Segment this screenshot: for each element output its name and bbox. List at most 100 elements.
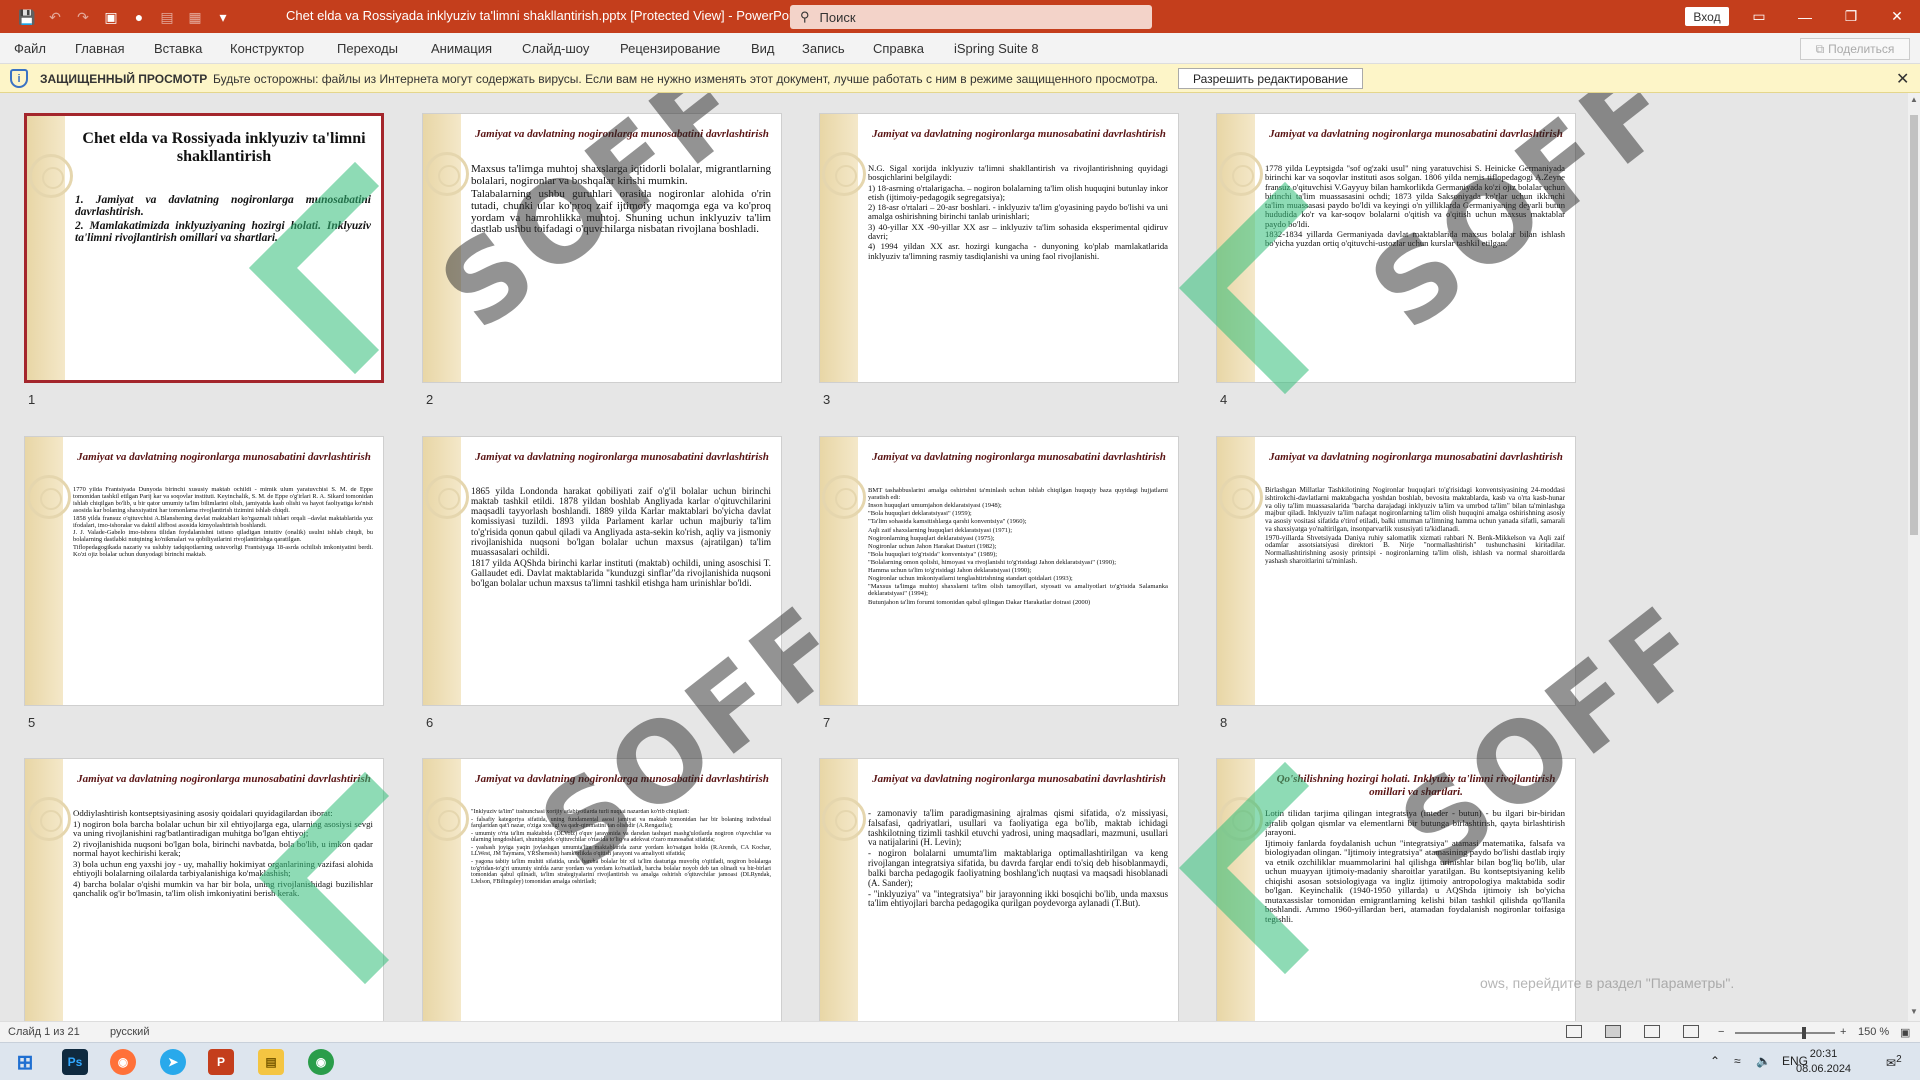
menu-view[interactable]: Вид bbox=[751, 41, 775, 56]
slide-paragraph: "Ta'lim sohasida kamsitishlarga qarshi k… bbox=[868, 518, 1027, 526]
menu-review[interactable]: Рецензирование bbox=[620, 41, 720, 56]
customize-toolbar-icon[interactable]: ▾ bbox=[210, 6, 236, 28]
slide-thumbnail[interactable]: Jamiyat va davlatning nogironlarga munos… bbox=[422, 758, 782, 1021]
telegram-icon[interactable]: ➤ bbox=[160, 1049, 186, 1075]
slide-number: 4 bbox=[1220, 392, 1228, 407]
slide-body: Oddiylashtirish kontseptsiyasining asosi… bbox=[73, 809, 373, 1021]
volume-icon[interactable]: 🔈 bbox=[1756, 1054, 1771, 1068]
menu-home[interactable]: Главная bbox=[75, 41, 124, 56]
ribbon-display-icon[interactable]: ▭ bbox=[1736, 0, 1782, 33]
enable-editing-button[interactable]: Разрешить редактирование bbox=[1178, 68, 1363, 89]
close-icon[interactable]: ✕ bbox=[1874, 0, 1920, 33]
slide-thumbnail[interactable]: Jamiyat va davlatning nogironlarga munos… bbox=[24, 436, 384, 706]
save-icon[interactable]: 💾 bbox=[14, 6, 40, 28]
slide-thumbnail[interactable]: Jamiyat va davlatning nogironlarga munos… bbox=[422, 113, 782, 383]
slide-paragraph: Nogironlar uchun imkoniyatlarni tenglash… bbox=[868, 575, 1073, 583]
reading-view-icon[interactable] bbox=[1644, 1025, 1660, 1038]
slide-paragraph: 1817 yilda AQShda birinchi karlar instit… bbox=[471, 559, 771, 590]
slide-thumbnail[interactable]: Jamiyat va davlatning nogironlarga munos… bbox=[422, 436, 782, 706]
slide-paragraph: - yagona tabiiy ta'lim muhiti sifatida, … bbox=[471, 859, 771, 885]
slide-sorter-view-icon[interactable] bbox=[1605, 1025, 1621, 1038]
wifi-icon[interactable]: ≈ bbox=[1734, 1054, 1741, 1068]
menu-help[interactable]: Справка bbox=[873, 41, 924, 56]
menu-file[interactable]: Файл bbox=[14, 41, 46, 56]
search-box[interactable]: ⚲ Поиск bbox=[790, 5, 1152, 29]
menu-design[interactable]: Конструктор bbox=[230, 41, 304, 56]
slide-decor-swirl bbox=[425, 152, 469, 196]
slide-thumbnail[interactable]: Jamiyat va davlatning nogironlarga munos… bbox=[819, 436, 1179, 706]
slide-paragraph: Ijtimoiy fanlarda foydalanish uchun "int… bbox=[1265, 837, 1565, 924]
slide-thumbnail[interactable]: Jamiyat va davlatning nogironlarga munos… bbox=[1216, 113, 1576, 383]
normal-view-icon[interactable] bbox=[1566, 1025, 1582, 1038]
table-icon[interactable]: ▦ bbox=[182, 6, 208, 28]
powerpoint-icon[interactable]: P bbox=[208, 1049, 234, 1075]
clock[interactable]: 20:31 08.06.2024 bbox=[1796, 1047, 1851, 1077]
tray-overflow-icon[interactable]: ⌃ bbox=[1710, 1054, 1720, 1068]
menu-transitions[interactable]: Переходы bbox=[337, 41, 398, 56]
notifications-icon[interactable]: ✉2 bbox=[1886, 1054, 1902, 1070]
slide-paragraph: - yashash joyiga yaqin joylashgan umumta… bbox=[471, 844, 771, 858]
slide-paragraph: 4) barcha bolalar o'qishi mumkin va har … bbox=[73, 878, 373, 898]
slideshow-view-icon[interactable] bbox=[1683, 1025, 1699, 1038]
slide-paragraph: Aqli zaif shaxslarning huquqlari deklara… bbox=[868, 526, 1013, 534]
activate-windows-watermark: ows, перейдите в раздел "Параметры". bbox=[1480, 975, 1735, 991]
slide-decor-swirl bbox=[425, 797, 469, 841]
slide-thumbnail[interactable]: Jamiyat va davlatning nogironlarga munos… bbox=[1216, 436, 1576, 706]
slide-decor-swirl bbox=[1219, 797, 1263, 841]
zoom-level[interactable]: 150 % bbox=[1858, 1026, 1889, 1038]
menu-insert[interactable]: Вставка bbox=[154, 41, 202, 56]
slide-thumbnail[interactable]: Jamiyat va davlatning nogironlarga munos… bbox=[819, 758, 1179, 1021]
slide-paragraph: "Bolalarning omon qolishi, himoyasi va r… bbox=[868, 558, 1117, 566]
slide-paragraph: "Bola huquqlari to'g'risida" konventsiya… bbox=[868, 550, 998, 558]
vertical-scrollbar[interactable]: ▲ ▼ bbox=[1908, 93, 1920, 1021]
document-title: Chet elda va Rossiyada inklyuziv ta'limn… bbox=[286, 8, 803, 23]
start-slideshow-icon[interactable]: ▣ bbox=[98, 6, 124, 28]
restore-icon[interactable]: ❐ bbox=[1828, 0, 1874, 33]
signin-button[interactable]: Вход bbox=[1685, 7, 1729, 26]
slide-paragraph: Lotin tilidan tarjima qilingan integrats… bbox=[1265, 809, 1565, 837]
slide-number: 2 bbox=[426, 392, 434, 407]
scroll-up-icon[interactable]: ▲ bbox=[1908, 95, 1920, 107]
fit-to-window-icon[interactable]: ▣ bbox=[1900, 1026, 1910, 1039]
slide-thumbnail[interactable]: Jamiyat va davlatning nogironlarga munos… bbox=[819, 113, 1179, 383]
menu-ispring[interactable]: iSpring Suite 8 bbox=[954, 41, 1039, 56]
layout-icon[interactable]: ▤ bbox=[154, 6, 180, 28]
slide-thumbnail[interactable]: Chet elda va Rossiyada inklyuziv ta'limn… bbox=[24, 113, 384, 383]
slide-number: 6 bbox=[426, 715, 434, 730]
zoom-in-icon[interactable]: + bbox=[1840, 1026, 1846, 1038]
slide-paragraph: 1858 yilda fransuz o'qituvchisi A.Blansh… bbox=[73, 514, 373, 529]
slide-decor-swirl bbox=[27, 475, 71, 519]
slide-paragraph: "Bola huquqlari deklaratsiyasi" (1959); bbox=[868, 510, 972, 518]
undo-icon[interactable]: ↶ bbox=[42, 6, 68, 28]
slide-title: Jamiyat va davlatning nogironlarga munos… bbox=[475, 773, 769, 785]
zoom-out-icon[interactable]: − bbox=[1718, 1026, 1724, 1038]
scroll-down-icon[interactable]: ▼ bbox=[1908, 1007, 1920, 1019]
chrome-icon[interactable]: ◉ bbox=[308, 1049, 334, 1075]
slide-decor-swirl bbox=[425, 475, 469, 519]
photoshop-icon[interactable]: Ps bbox=[62, 1049, 88, 1075]
close-protected-bar-icon[interactable]: ✕ bbox=[1896, 69, 1909, 89]
windows-start-icon[interactable]: ⊞ bbox=[12, 1049, 38, 1075]
zoom-slider[interactable] bbox=[1735, 1027, 1835, 1039]
redo-icon[interactable]: ↷ bbox=[70, 6, 96, 28]
menu-animations[interactable]: Анимация bbox=[431, 41, 492, 56]
zoom-slider-knob[interactable] bbox=[1802, 1027, 1806, 1039]
file-explorer-icon[interactable]: ▤ bbox=[258, 1049, 284, 1075]
protected-view-bar: i ЗАЩИЩЕННЫЙ ПРОСМОТР Будьте осторожны: … bbox=[0, 64, 1920, 93]
firefox-icon[interactable]: ◉ bbox=[110, 1049, 136, 1075]
slide-thumbnail[interactable]: Jamiyat va davlatning nogironlarga munos… bbox=[24, 758, 384, 1021]
slide-paragraph: "Maxsus ta'limga muhtoj shaxslarni ta'li… bbox=[868, 583, 1168, 598]
menu-slideshow[interactable]: Слайд-шоу bbox=[522, 41, 589, 56]
slide-sorter: Chet elda va Rossiyada inklyuziv ta'limn… bbox=[0, 93, 1908, 1021]
share-button[interactable]: ⧉ Поделиться bbox=[1800, 38, 1910, 60]
slide-paragraph: - umumiy o'rta ta'lim maktabida (DLVolz)… bbox=[471, 830, 771, 844]
menu-record[interactable]: Запись bbox=[802, 41, 845, 56]
clock-date: 08.06.2024 bbox=[1796, 1063, 1852, 1075]
language-indicator[interactable]: русский bbox=[110, 1026, 149, 1038]
ispring-icon[interactable]: ● bbox=[126, 6, 152, 28]
scroll-thumb[interactable] bbox=[1910, 115, 1918, 535]
slide-number: 1 bbox=[28, 392, 36, 407]
slide-body: - zamonaviy ta'lim paradigmasining ajral… bbox=[868, 809, 1168, 1021]
slide-paragraph: 2) rivojlanishida nuqsoni bo'lgan bola, … bbox=[73, 838, 373, 858]
minimize-icon[interactable]: — bbox=[1782, 0, 1828, 33]
